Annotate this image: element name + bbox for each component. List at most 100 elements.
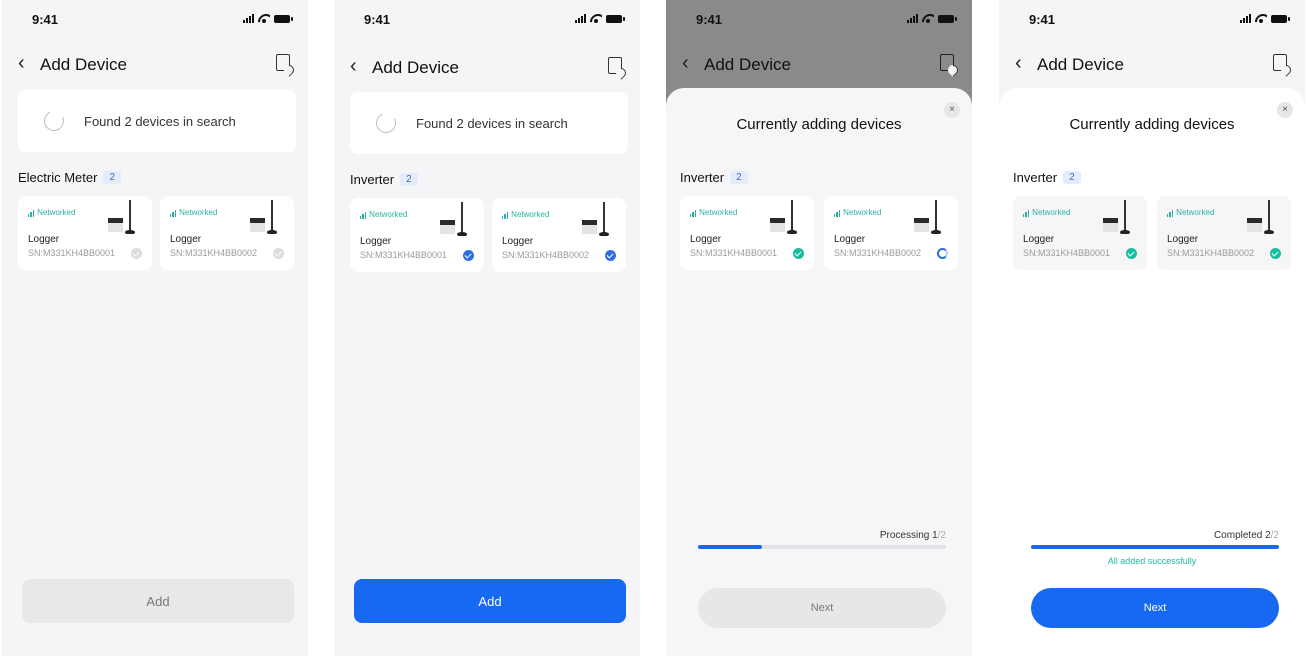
device-name: Logger xyxy=(690,234,722,245)
logger-device-image xyxy=(108,200,140,242)
device-group-header: Inverter 2 xyxy=(1013,170,1081,185)
device-name: Logger xyxy=(360,236,392,247)
wifi-icon xyxy=(590,14,602,23)
checked-circle-icon[interactable] xyxy=(463,250,474,261)
network-status-label: Networked xyxy=(369,210,408,219)
signal-icon xyxy=(502,212,509,219)
progress-fill xyxy=(698,545,763,549)
network-status: Networked xyxy=(690,208,737,217)
add-button[interactable]: Add xyxy=(22,579,294,623)
signal-icon xyxy=(28,210,35,217)
network-status: Networked xyxy=(28,208,75,217)
battery-icon xyxy=(938,15,957,23)
next-button[interactable]: Next xyxy=(698,588,946,628)
device-group-header: Electric Meter 2 xyxy=(18,170,122,185)
device-name: Logger xyxy=(502,236,534,247)
network-status-label: Networked xyxy=(843,208,882,217)
device-name: Logger xyxy=(1023,234,1055,245)
page-title: Add Device xyxy=(40,55,127,74)
checked-circle-icon[interactable] xyxy=(605,250,616,261)
signal-icon xyxy=(1167,210,1174,217)
signal-icon xyxy=(1023,210,1030,217)
search-status-text: Found 2 devices in search xyxy=(84,114,236,129)
status-bar: 9:41 xyxy=(666,0,972,40)
device-serial: SN:M331KH4BB0001 xyxy=(28,248,116,258)
chevron-left-icon[interactable]: ‹ xyxy=(350,55,357,78)
battery-icon xyxy=(274,15,293,23)
device-card: Networked Logger SN:M331KH4BB0002 xyxy=(824,196,958,270)
device-scan-icon[interactable] xyxy=(608,57,622,74)
device-name: Logger xyxy=(834,234,866,245)
device-serial: SN:M331KH4BB0001 xyxy=(690,248,778,258)
wifi-icon xyxy=(922,14,934,23)
group-count-badge: 2 xyxy=(730,171,748,184)
device-group-header: Inverter 2 xyxy=(680,170,748,185)
logger-device-image xyxy=(582,202,614,244)
progress-label-total: /2 xyxy=(1270,530,1279,541)
device-card[interactable]: Networked Logger SN:M331KH4BB0002 xyxy=(160,196,294,270)
device-card[interactable]: Networked Logger SN:M331KH4BB0001 xyxy=(350,198,484,272)
signal-icon xyxy=(243,14,254,23)
device-serial: SN:M331KH4BB0002 xyxy=(502,250,590,260)
screen-adding-completed: 9:41 ‹ Add Device × Currently adding dev… xyxy=(999,0,1305,656)
success-message: All added successfully xyxy=(1107,556,1197,566)
device-card: Networked Logger SN:M331KH4BB0002 xyxy=(1157,196,1291,270)
sheet-title: Currently adding devices xyxy=(736,116,902,133)
status-bar: 9:41 xyxy=(2,0,308,40)
device-name: Logger xyxy=(28,234,60,245)
progress-fill xyxy=(1031,545,1279,549)
adding-devices-sheet: × Currently adding devices Inverter 2 Ne… xyxy=(999,88,1305,656)
wifi-icon xyxy=(1255,14,1267,23)
progress-bar xyxy=(698,545,946,549)
device-serial: SN:M331KH4BB0001 xyxy=(1023,248,1111,258)
network-status-label: Networked xyxy=(179,208,218,217)
battery-icon xyxy=(1271,15,1290,23)
add-button[interactable]: Add xyxy=(354,579,626,623)
logger-device-image xyxy=(1247,200,1279,242)
nav-bar: ‹ Add Device xyxy=(334,51,640,83)
wifi-icon xyxy=(258,14,270,23)
network-status: Networked xyxy=(360,210,407,219)
progress-label: Processing 1/2 xyxy=(880,530,946,541)
device-card[interactable]: Networked Logger SN:M331KH4BB0002 xyxy=(492,198,626,272)
device-card[interactable]: Networked Logger SN:M331KH4BB0001 xyxy=(18,196,152,270)
signal-icon xyxy=(907,14,918,23)
device-scan-icon xyxy=(940,54,954,71)
battery-icon xyxy=(606,15,625,23)
signal-icon xyxy=(575,14,586,23)
screen-add-device-selected: 9:41 ‹ Add Device Found 2 devices in sea… xyxy=(334,0,640,656)
network-status-label: Networked xyxy=(699,208,738,217)
status-bar: 9:41 xyxy=(334,0,640,40)
chevron-left-icon[interactable]: ‹ xyxy=(18,52,25,75)
success-check-icon xyxy=(1270,248,1281,259)
chevron-left-icon: ‹ xyxy=(1015,52,1022,74)
network-status-label: Networked xyxy=(511,210,550,219)
unchecked-circle-icon[interactable] xyxy=(131,248,142,259)
network-status-label: Networked xyxy=(37,208,76,217)
nav-bar: ‹ Add Device xyxy=(666,48,972,80)
unchecked-circle-icon[interactable] xyxy=(273,248,284,259)
signal-icon xyxy=(360,212,367,219)
device-card: Networked Logger SN:M331KH4BB0001 xyxy=(1013,196,1147,270)
device-scan-icon xyxy=(1273,54,1287,71)
network-status: Networked xyxy=(834,208,881,217)
sheet-title: Currently adding devices xyxy=(1069,116,1235,133)
logger-device-image xyxy=(770,200,802,242)
nav-bar: ‹ Add Device xyxy=(999,48,1305,80)
screen-adding-in-progress: 9:41 ‹ Add Device × Currently adding dev… xyxy=(666,0,972,656)
group-name: Electric Meter xyxy=(18,170,98,185)
network-status-label: Networked xyxy=(1176,208,1215,217)
network-status: Networked xyxy=(502,210,549,219)
device-scan-icon[interactable] xyxy=(276,54,290,71)
progress-label-count: Processing 1 xyxy=(879,530,938,541)
signal-icon xyxy=(1240,14,1251,23)
chevron-left-icon: ‹ xyxy=(682,52,689,74)
logger-device-image xyxy=(250,200,282,242)
device-serial: SN:M331KH4BB0001 xyxy=(360,250,448,260)
next-button[interactable]: Next xyxy=(1031,588,1279,628)
search-status-card: Found 2 devices in search xyxy=(350,92,628,154)
group-count-badge: 2 xyxy=(103,171,122,184)
device-serial: SN:M331KH4BB0002 xyxy=(170,248,258,258)
network-status: Networked xyxy=(170,208,217,217)
progress-label-total: /2 xyxy=(937,530,946,541)
